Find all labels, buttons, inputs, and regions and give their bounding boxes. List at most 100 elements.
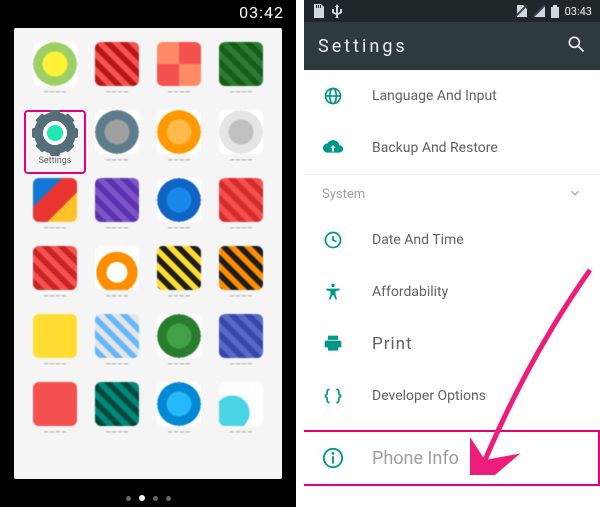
settings-item-phone-info[interactable]: Phone Info [304, 430, 600, 486]
app-icon-blurred[interactable]: –––– [24, 246, 86, 310]
app-label-blurred: –––– [229, 428, 253, 438]
app-icon-blurred[interactable]: –––– [210, 178, 272, 242]
app-label-blurred: –––– [167, 88, 191, 98]
app-icon-blurred[interactable]: –––– [86, 110, 148, 174]
app-icon-blurred[interactable]: –––– [148, 382, 210, 446]
appbar-title: Settings [318, 36, 408, 57]
app-label-blurred: –––– [43, 428, 67, 438]
blurred-app-icon [219, 42, 263, 86]
app-icon-blurred[interactable]: –––– [148, 110, 210, 174]
blurred-app-icon [219, 246, 263, 290]
phone-app-drawer: 03:42 ––––––––––––––––Settings––––––––––… [0, 0, 296, 507]
app-icon-blurred[interactable]: –––– [210, 314, 272, 378]
settings-item-print[interactable]: Print [304, 318, 600, 370]
accessibility-icon [322, 281, 344, 303]
app-icon-blurred[interactable]: –––– [86, 314, 148, 378]
app-icon-blurred[interactable]: –––– [86, 246, 148, 310]
app-icon-blurred[interactable]: –––– [210, 246, 272, 310]
app-label-blurred: –––– [167, 360, 191, 370]
no-sim-icon [515, 5, 527, 17]
app-icon-blurred[interactable]: –––– [24, 314, 86, 378]
settings-item-language[interactable]: Language And Input [304, 70, 600, 122]
section-label: System [322, 187, 365, 202]
blurred-app-icon [95, 314, 139, 358]
app-label-blurred: –––– [105, 156, 129, 166]
blurred-app-icon [219, 382, 263, 426]
app-icon-blurred[interactable]: –––– [148, 178, 210, 242]
app-icon-blurred[interactable]: –––– [148, 42, 210, 106]
braces-icon [322, 385, 344, 407]
app-label: Settings [39, 156, 72, 166]
blurred-app-icon [95, 178, 139, 222]
app-icon-blurred[interactable]: –––– [210, 110, 272, 174]
settings-item-label: Developer Options [372, 388, 486, 404]
app-icon-blurred[interactable]: –––– [24, 42, 86, 106]
app-icon-blurred[interactable]: –––– [210, 42, 272, 106]
blurred-app-icon [95, 246, 139, 290]
settings-item-affordability[interactable]: Affordability [304, 266, 600, 318]
settings-item-label: Date And Time [372, 232, 464, 248]
app-icon-blurred[interactable]: –––– [210, 382, 272, 446]
app-icon-blurred[interactable]: –––– [24, 382, 86, 446]
blurred-app-icon [33, 314, 77, 358]
section-header-system[interactable]: System [304, 174, 600, 214]
app-label-blurred: –––– [43, 88, 67, 98]
app-label-blurred: –––– [105, 360, 129, 370]
app-drawer-grid[interactable]: ––––––––––––––––Settings––––––––––––––––… [14, 28, 282, 479]
no-signal-icon [533, 5, 545, 17]
blurred-app-icon [157, 246, 201, 290]
search-icon[interactable] [566, 34, 586, 59]
blurred-app-icon [157, 314, 201, 358]
blurred-app-icon [157, 382, 201, 426]
battery-icon [551, 5, 559, 18]
settings-item-backup[interactable]: Backup And Restore [304, 122, 600, 174]
blurred-app-icon [157, 110, 201, 154]
blurred-app-icon [33, 178, 77, 222]
status-clock: 03:42 [239, 3, 284, 22]
settings-item-label: Backup And Restore [372, 140, 498, 156]
app-icon-blurred[interactable]: –––– [148, 246, 210, 310]
blurred-app-icon [33, 382, 77, 426]
blurred-app-icon [33, 246, 77, 290]
app-icon-blurred[interactable]: –––– [86, 382, 148, 446]
app-label-blurred: –––– [105, 292, 129, 302]
globe-icon [322, 85, 344, 107]
app-label-blurred: –––– [229, 224, 253, 234]
clock-icon [322, 229, 344, 251]
status-bar: 03:43 [304, 0, 600, 22]
settings-item-datetime[interactable]: Date And Time [304, 214, 600, 266]
cloud-upload-icon [322, 137, 344, 159]
blurred-app-icon [95, 42, 139, 86]
app-icon-blurred[interactable]: –––– [86, 42, 148, 106]
gear-icon [34, 112, 76, 154]
blurred-app-icon [219, 178, 263, 222]
app-label-blurred: –––– [167, 224, 191, 234]
settings-item-developer[interactable]: Developer Options [304, 370, 600, 422]
blurred-app-icon [33, 42, 77, 86]
settings-item-label: Print [372, 334, 413, 354]
app-icon-blurred[interactable]: –––– [86, 178, 148, 242]
app-label-blurred: –––– [229, 88, 253, 98]
info-icon [322, 447, 344, 469]
blurred-app-icon [157, 178, 201, 222]
app-label-blurred: –––– [105, 428, 129, 438]
app-icon-blurred[interactable]: –––– [24, 178, 86, 242]
app-label-blurred: –––– [105, 224, 129, 234]
app-icon-blurred[interactable]: –––– [148, 314, 210, 378]
usb-icon [332, 4, 342, 18]
settings-item-label: Phone Info [372, 448, 459, 469]
status-bar: 03:42 [0, 0, 296, 24]
app-settings[interactable]: Settings [24, 110, 86, 174]
chevron-down-icon [568, 186, 582, 204]
sdcard-icon [312, 4, 324, 18]
settings-item-label: Affordability [372, 284, 448, 300]
app-label-blurred: –––– [43, 360, 67, 370]
app-label-blurred: –––– [167, 292, 191, 302]
status-clock: 03:43 [565, 5, 592, 18]
blurred-app-icon [219, 314, 263, 358]
blurred-app-icon [219, 110, 263, 154]
settings-list: Language And Input Backup And Restore Sy… [304, 70, 600, 507]
blurred-app-icon [95, 110, 139, 154]
app-label-blurred: –––– [105, 88, 129, 98]
print-icon [322, 333, 344, 355]
